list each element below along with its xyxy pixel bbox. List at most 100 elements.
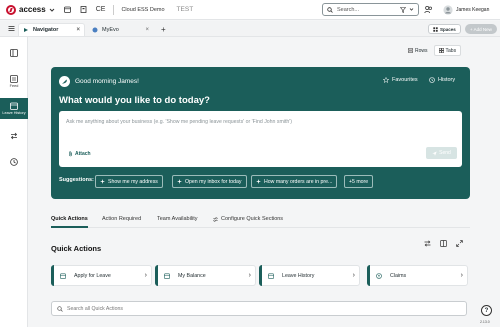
quick-action-leave-history[interactable]: Leave History › (259, 265, 360, 286)
ask-input[interactable]: Ask me anything about your business (e.g… (66, 119, 292, 125)
page-title: What would you like to do today? (59, 95, 210, 106)
people-icon[interactable] (424, 5, 433, 14)
quick-action-label: My Balance (178, 272, 206, 279)
expand-icon[interactable] (456, 240, 463, 247)
claims-icon (376, 272, 382, 279)
sidebar-item-panel[interactable] (0, 49, 28, 57)
quick-action-apply-for-leave[interactable]: Apply for Leave › (51, 265, 152, 286)
attach-label: Attach (75, 151, 91, 157)
grid-icon (433, 26, 438, 32)
help-button[interactable]: ? (481, 305, 492, 316)
suggestion-chip[interactable]: How many orders are in pre... (251, 175, 338, 188)
quick-action-label: Leave History (282, 272, 315, 279)
brand-name: access (19, 5, 46, 14)
avatar[interactable] (443, 5, 453, 15)
tab-team-availability[interactable]: Team Availability (157, 216, 198, 222)
navigator-icon (24, 28, 28, 32)
history-button[interactable]: History (429, 77, 455, 83)
search-icon (57, 305, 63, 312)
access-logo-icon (6, 4, 16, 15)
rows-label: Rows (415, 47, 428, 54)
suggestions-label: Suggestions: (59, 177, 94, 183)
quick-actions-search[interactable]: Search all Quick Actions (51, 301, 467, 316)
suggestion-chip[interactable]: Show me my address (95, 175, 163, 188)
chevron-down-icon[interactable] (409, 7, 414, 12)
spaces-button[interactable]: Spaces (428, 24, 461, 34)
sidebar-item-label: Feed (9, 84, 19, 88)
quick-actions-search-input[interactable]: Search all Quick Actions (67, 306, 123, 312)
rows-icon (408, 48, 413, 53)
sidebar-item-swap[interactable] (0, 132, 28, 140)
active-tab-indicator (51, 226, 88, 228)
tab-configure-quick-sections[interactable]: Configure Quick Sections (213, 216, 283, 222)
search-input[interactable]: Search... (337, 7, 400, 13)
feed-icon (10, 75, 18, 83)
app-switcher[interactable]: access (6, 4, 55, 15)
calendar-icon (268, 273, 274, 279)
history-icon (429, 77, 435, 83)
version-label: 2.13.0 (480, 320, 490, 324)
paperclip-icon (69, 151, 72, 157)
test-badge: TEST (176, 6, 194, 13)
sidebar-item-feed[interactable]: Feed (0, 75, 28, 88)
attach-button[interactable]: Attach (68, 151, 91, 157)
add-new-button[interactable]: + Add New (465, 24, 497, 34)
divider (113, 4, 115, 15)
suggestion-chip[interactable]: Open my inbox for today (172, 175, 247, 188)
greeting-text: Good morning James! (75, 78, 139, 85)
content-tabs: Quick Actions Action Required Team Avail… (51, 213, 470, 228)
sidebar-item-label: Leave History (2, 111, 26, 115)
greeting: Good morning James! (59, 76, 139, 87)
favourites-button[interactable]: Favourites (383, 77, 418, 83)
spaces-label: Spaces (440, 26, 456, 32)
tab-navigator[interactable]: Navigator × (18, 23, 85, 36)
panel-icon (10, 49, 18, 57)
sidebar-item-leave-history[interactable]: Leave History (0, 98, 28, 119)
global-search[interactable]: Search... (322, 3, 419, 16)
rows-toggle-button[interactable]: Rows (404, 45, 432, 56)
calendar-icon (164, 273, 170, 279)
send-button[interactable]: Send (426, 147, 457, 159)
close-icon[interactable]: × (145, 27, 149, 33)
history-label: History (438, 77, 456, 83)
quick-action-label: Claims (390, 272, 407, 279)
sparkle-icon (256, 179, 261, 184)
calendar-icon (60, 273, 66, 279)
add-tab-button[interactable]: + (161, 25, 166, 34)
user-name[interactable]: James Keegan (456, 7, 489, 13)
sliders-icon (213, 216, 218, 222)
filter-icon[interactable] (400, 6, 406, 13)
myevo-icon (92, 27, 98, 32)
tab-quick-actions[interactable]: Quick Actions (51, 216, 88, 222)
tabs-grid-icon (438, 48, 444, 53)
columns-icon[interactable] (440, 240, 447, 247)
tabs-toggle-button[interactable]: Tabs (433, 45, 462, 56)
more-suggestions-button[interactable]: +5 more (344, 175, 374, 188)
chevron-right-icon: › (248, 272, 251, 279)
tab-action-required[interactable]: Action Required (102, 216, 141, 222)
tab-label: MyEvo (102, 26, 119, 33)
view-toggle: Rows Tabs (404, 45, 462, 56)
search-icon (327, 6, 333, 13)
close-icon[interactable]: × (76, 27, 80, 33)
calendar-icon[interactable] (63, 6, 71, 13)
ask-box[interactable]: Ask me anything about your business (e.g… (59, 111, 462, 167)
chevron-right-icon: › (144, 272, 147, 279)
workspace-tab-bar: Navigator × MyEvo × + Spaces + Add New (0, 21, 500, 37)
send-label: Send (439, 150, 451, 156)
quick-action-label: Apply for Leave (74, 272, 111, 279)
tab-label: Navigator (33, 27, 59, 33)
top-bar: access CE Cloud ESS Demo TEST Search... … (0, 0, 500, 20)
tabs-label: Tabs (445, 47, 457, 54)
swap-icon[interactable] (424, 240, 431, 247)
tab-myevo[interactable]: MyEvo × (88, 23, 153, 36)
quick-action-my-balance[interactable]: My Balance › (155, 265, 256, 286)
menu-icon[interactable] (8, 25, 15, 32)
environment-name[interactable]: Cloud ESS Demo (121, 7, 164, 13)
sidebar: Feed Leave History (0, 37, 28, 327)
ce-label: CE (95, 6, 106, 13)
quick-action-claims[interactable]: Claims › (367, 265, 468, 286)
building-icon[interactable] (80, 6, 87, 13)
sidebar-item-history[interactable] (0, 158, 28, 166)
chevron-right-icon: › (352, 272, 355, 279)
